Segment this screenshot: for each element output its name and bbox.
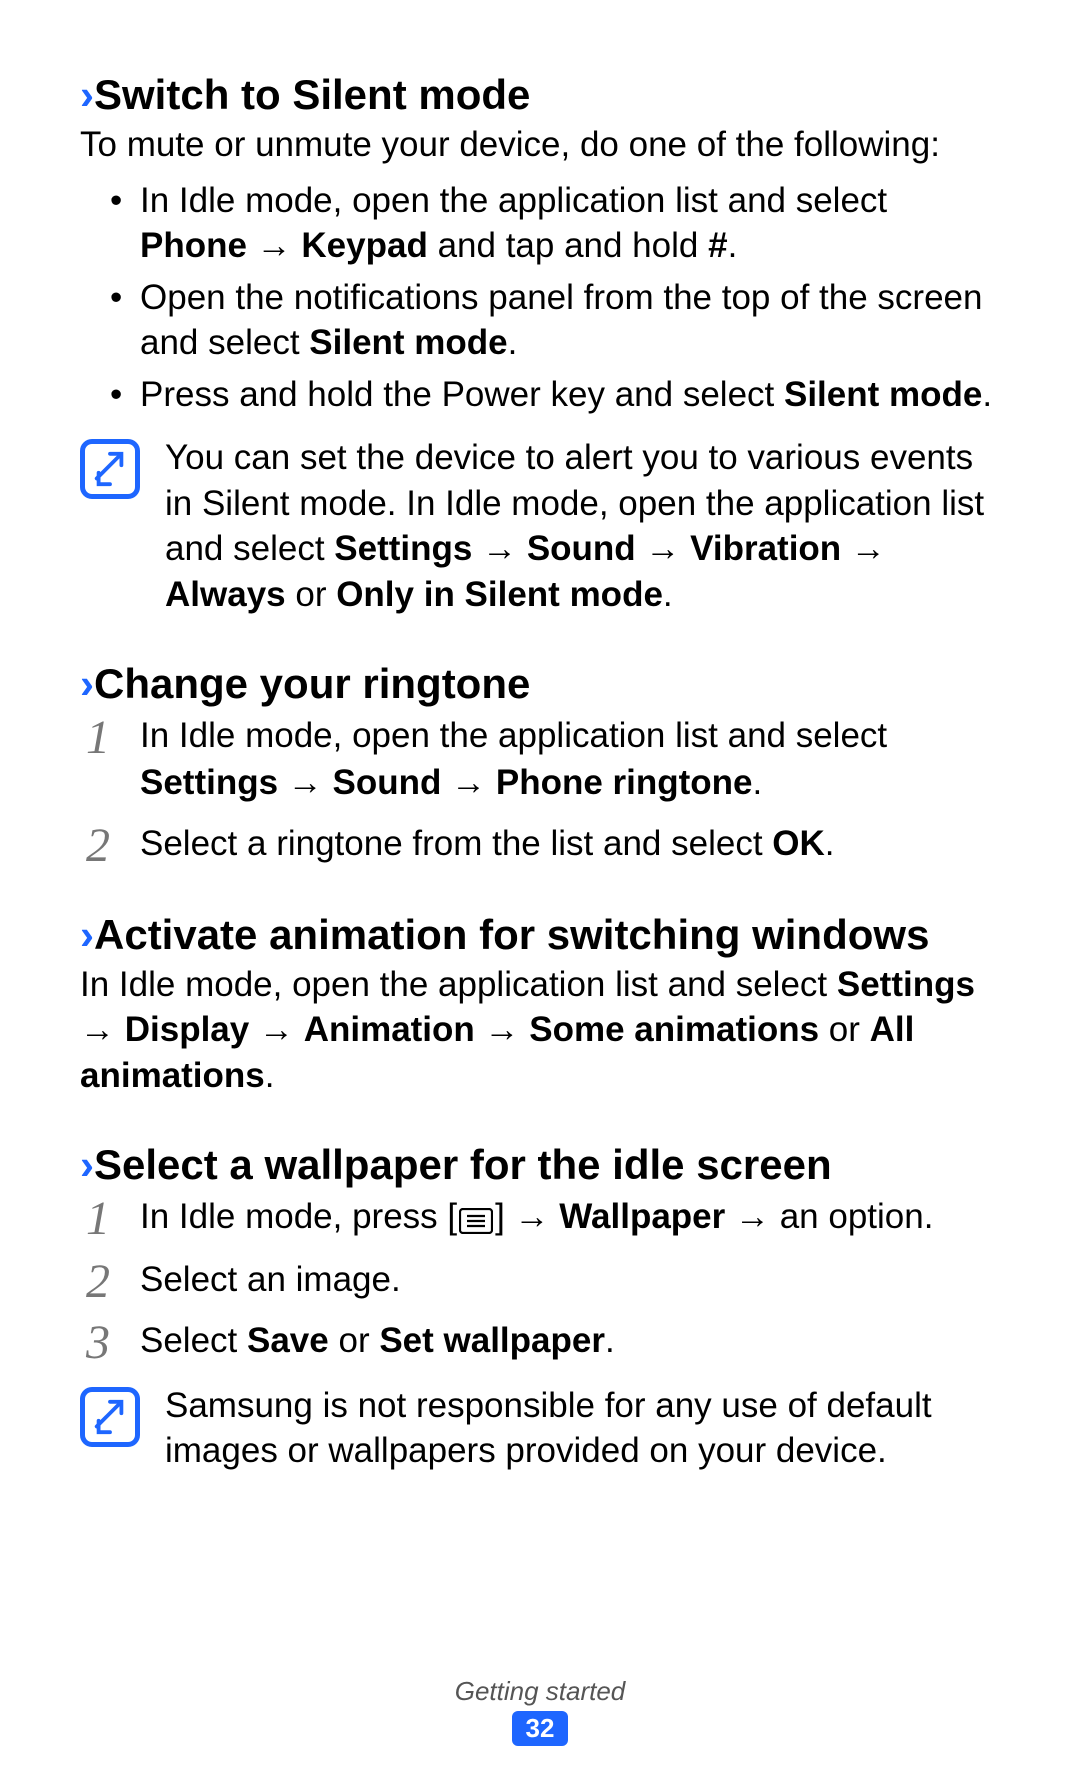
chevron-icon: ›	[80, 1141, 94, 1188]
heading-text: Select a wallpaper for the idle screen	[94, 1141, 832, 1188]
footer-section-label: Getting started	[0, 1676, 1080, 1707]
heading-text: Switch to Silent mode	[94, 71, 530, 118]
step-item: 1 In Idle mode, press [] → Wallpaper → a…	[80, 1193, 1000, 1242]
heading-text: Activate animation for switching windows	[94, 911, 929, 958]
step-number: 1	[86, 706, 110, 771]
bullet-item: Press and hold the Power key and select …	[110, 372, 1000, 418]
note-info-icon	[80, 439, 140, 499]
step-item: 2 Select an image.	[80, 1256, 1000, 1303]
heading-ringtone: ›Change your ringtone	[80, 659, 1000, 709]
heading-wallpaper: ›Select a wallpaper for the idle screen	[80, 1140, 1000, 1190]
step-item: 3 Select Save or Set wallpaper.	[80, 1317, 1000, 1364]
intro-text: To mute or unmute your device, do one of…	[80, 122, 1000, 168]
chevron-icon: ›	[80, 911, 94, 958]
note-block: You can set the device to alert you to v…	[80, 435, 1000, 617]
note-text: Samsung is not responsible for any use o…	[165, 1383, 1000, 1474]
heading-silent-mode: ›Switch to Silent mode	[80, 70, 1000, 120]
page-number-badge: 32	[512, 1711, 569, 1746]
step-number: 1	[86, 1187, 110, 1252]
step-item: 2 Select a ringtone from the list and se…	[80, 820, 1000, 867]
step-number: 2	[86, 814, 110, 879]
body-text: In Idle mode, open the application list …	[80, 962, 1000, 1099]
step-list: 1 In Idle mode, press [] → Wallpaper → a…	[80, 1193, 1000, 1365]
step-list: 1 In Idle mode, open the application lis…	[80, 712, 1000, 868]
note-info-icon	[80, 1387, 140, 1447]
chevron-icon: ›	[80, 71, 94, 118]
bullet-item: Open the notifications panel from the to…	[110, 275, 1000, 366]
note-text: You can set the device to alert you to v…	[165, 435, 1000, 617]
heading-animation: ›Activate animation for switching window…	[80, 910, 1000, 960]
step-number: 2	[86, 1250, 110, 1315]
step-item: 1 In Idle mode, open the application lis…	[80, 712, 1000, 807]
step-number: 3	[86, 1311, 110, 1376]
bullet-list: In Idle mode, open the application list …	[80, 178, 1000, 418]
chevron-icon: ›	[80, 660, 94, 707]
page-footer: Getting started 32	[0, 1676, 1080, 1746]
bullet-item: In Idle mode, open the application list …	[110, 178, 1000, 269]
manual-page: ›Switch to Silent mode To mute or unmute…	[0, 0, 1080, 1771]
heading-text: Change your ringtone	[94, 660, 530, 707]
menu-button-icon	[459, 1195, 493, 1242]
note-block: Samsung is not responsible for any use o…	[80, 1383, 1000, 1474]
